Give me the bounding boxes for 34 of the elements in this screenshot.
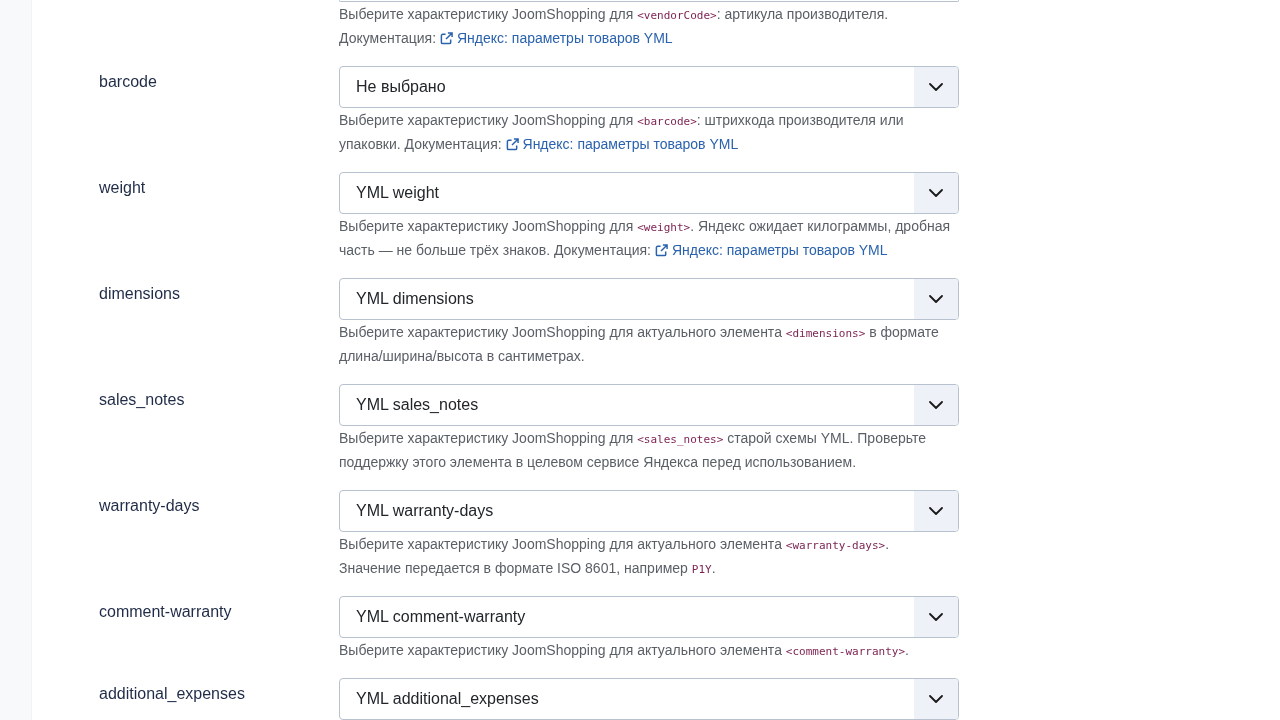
external-link-icon [505,138,519,151]
chevron-down-icon [929,401,943,409]
help-text: Выберите характеристику JoomShopping для актуального элемента <dimensions> в формате длина/ширина/высота в сантиметрах. [339,323,940,366]
select-field[interactable]: YML comment-warranty [339,596,959,638]
chevron-down-icon [929,613,943,621]
documentation-link[interactable]: Яндекс: параметры товаров YML [505,136,739,152]
documentation-link[interactable]: Яндекс: параметры товаров YML [439,30,673,46]
help-text: Выберите характеристику JoomShopping для <sales_notes> старой схемы YML. Проверьте поддержку этого элемента в целевом сервисе Яндекса перед использованием. [339,429,928,472]
select-field[interactable]: YML dimensions [339,278,959,320]
chevron-down-icon [929,295,943,303]
field-label: comment-warranty [99,602,232,622]
help-text: Выберите характеристику JoomShopping для актуального элемента <warranty-days>. Значение передается в формате ISO 8601, например P1Y. [339,535,891,578]
chevron-down-icon [929,695,943,703]
help-text: Выберите характеристику JoomShopping для актуального элемента <comment-warranty>. [339,641,910,660]
field-label: dimensions [99,284,180,304]
external-link-icon [439,32,453,45]
select-field[interactable]: YML warranty-days [339,490,959,532]
help-text: Выберите характеристику JoomShopping для <weight>. Яндекс ожидает килограммы, дробная часть — не больше трёх знаков. Документация: Яндекс: параметры товаров YML [339,217,952,260]
help-text: Выберите характеристику JoomShopping для <vendorCode>: артикула производителя. Документация: Яндекс: параметры товаров YML [339,5,890,48]
documentation-link[interactable]: Яндекс: параметры товаров YML [654,242,888,258]
external-link-icon [654,244,668,257]
select-field[interactable]: Не выбрано [339,66,959,108]
select-field[interactable]: YML additional_expenses [339,678,959,720]
field-label: barcode [99,72,157,92]
select-field[interactable]: YML weight [339,172,959,214]
field-label: additional_expenses [99,684,245,704]
field-label: warranty-days [99,496,200,516]
chevron-down-icon [929,507,943,515]
chevron-down-icon [929,189,943,197]
select-field[interactable]: YML sales_notes [339,384,959,426]
field-label: weight [99,178,146,198]
chevron-down-icon [929,83,943,91]
field-label: sales_notes [99,390,185,410]
help-text: Выберите характеристику JoomShopping для <barcode>: штрихкода производителя или упаковки. Документация: Яндекс: параметры товаров YML [339,111,905,154]
